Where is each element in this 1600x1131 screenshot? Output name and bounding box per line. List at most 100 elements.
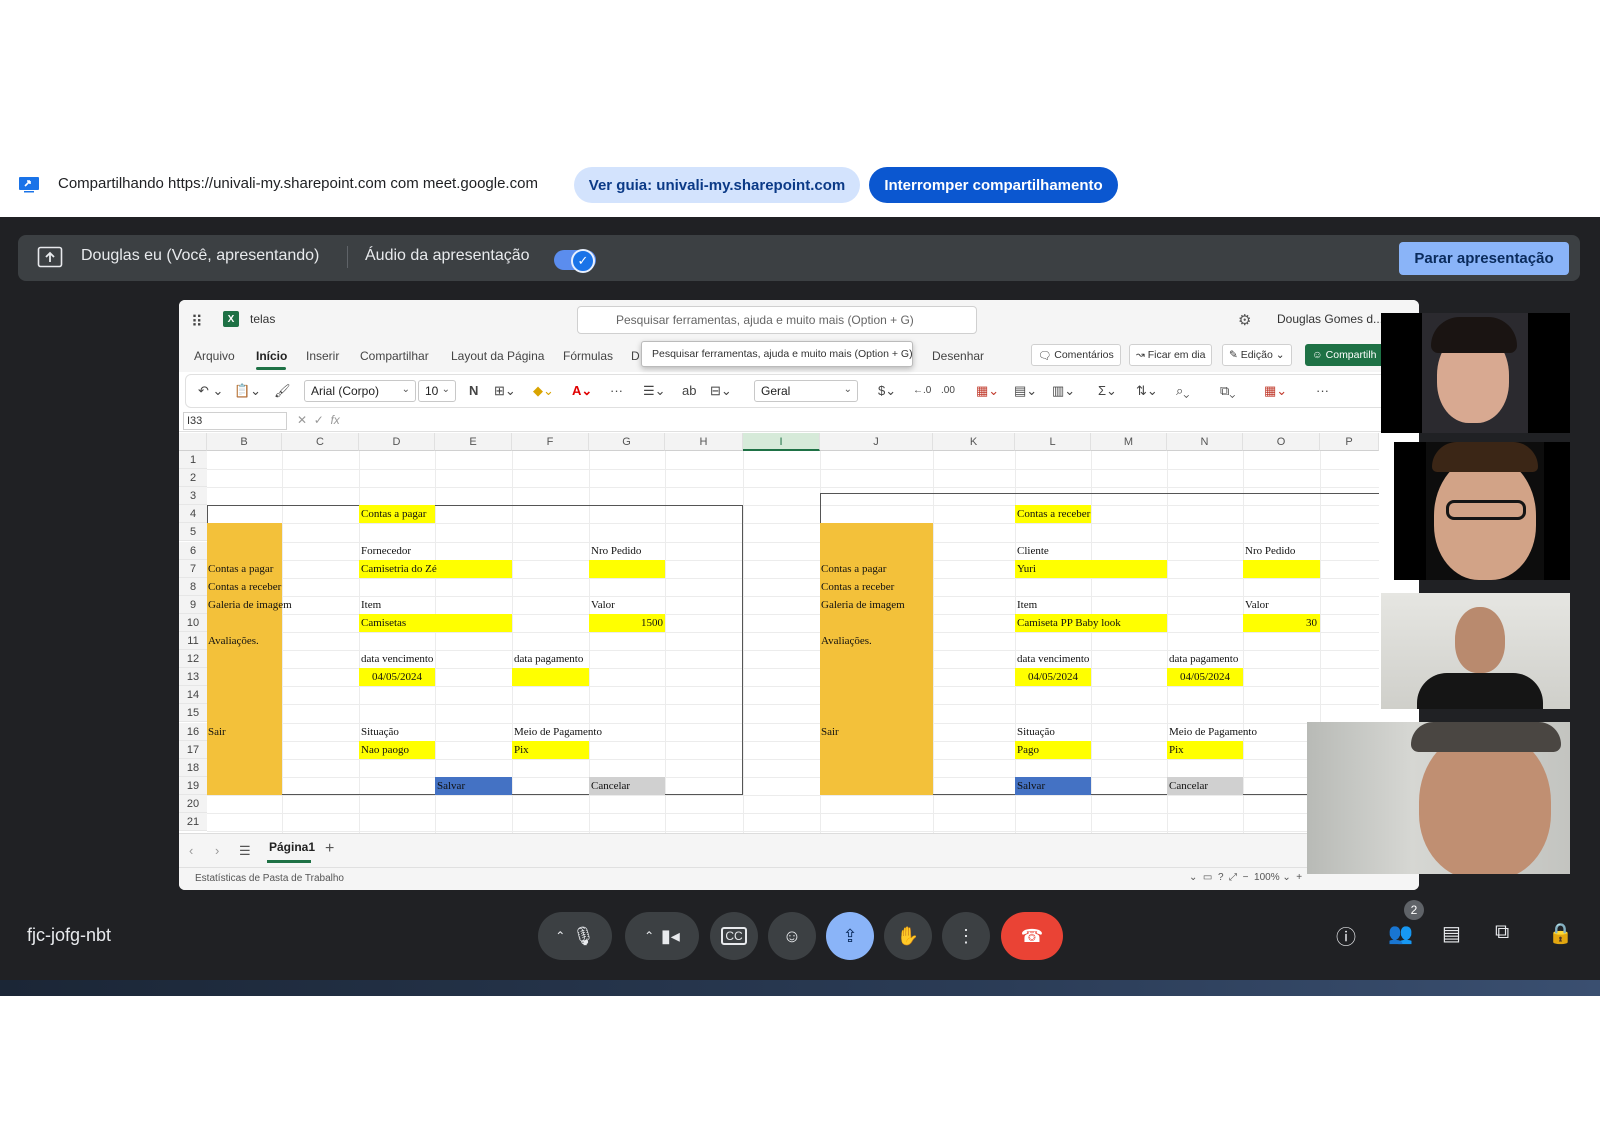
column-header-j[interactable]: J — [820, 433, 933, 451]
font-size-select[interactable]: 10 ⌄ — [418, 380, 456, 402]
editing-mode-button[interactable]: ✎ Edição ⌄ — [1222, 344, 1292, 366]
worksheet-grid[interactable]: B C D E F G H I J K L M N O P 1 2 3 4 5 6 7 8 9 10 11 12 13 14 15 16 17… — [179, 433, 1379, 833]
conditional-format-icon[interactable]: ▦⌄ — [976, 383, 999, 399]
more-options-button[interactable]: ⋮ — [942, 912, 990, 960]
meio-value[interactable]: Pix — [514, 743, 529, 757]
row-header-13[interactable]: 13 — [179, 668, 207, 687]
cliente-value[interactable]: Yuri — [1017, 562, 1036, 576]
column-header-c[interactable]: C — [282, 433, 359, 451]
vencimento-value[interactable]: 04/05/2024 — [1017, 670, 1089, 684]
right-menu-item[interactable]: Sair — [821, 725, 839, 739]
captions-button[interactable]: CC — [710, 912, 758, 960]
column-header-d[interactable]: D — [359, 433, 435, 451]
row-header-21[interactable]: 21 — [179, 813, 207, 831]
select-all-corner[interactable] — [179, 433, 207, 451]
row-header-3[interactable]: 3 — [179, 487, 207, 506]
cancel-button[interactable]: Cancelar — [591, 779, 630, 793]
menu-formulas[interactable]: Fórmulas — [563, 349, 613, 363]
people-icon[interactable]: 👥 — [1388, 921, 1413, 946]
menu-inserir[interactable]: Inserir — [306, 349, 339, 363]
fill-color-icon[interactable]: ◆⌄ — [533, 383, 554, 399]
format-painter-icon[interactable]: 🖌 — [274, 383, 291, 399]
column-header-l[interactable]: L — [1015, 433, 1091, 451]
comments-button[interactable]: 🗨 Comentários — [1031, 344, 1121, 366]
participant-tile-3[interactable] — [1381, 593, 1570, 709]
cell-styles-icon[interactable]: ▥⌄ — [1052, 383, 1075, 399]
wrap-text-icon[interactable]: ab — [682, 383, 696, 398]
right-menu-item[interactable]: Avaliações. — [821, 634, 872, 648]
situacao-value[interactable]: Nao paogo — [361, 743, 409, 757]
view-tab-button[interactable]: Ver guia: univali-my.sharepoint.com — [574, 167, 860, 203]
bold-button[interactable]: N — [469, 383, 478, 398]
row-header-4[interactable]: 4 — [179, 505, 207, 524]
menu-dados[interactable]: D — [631, 349, 640, 363]
row-header-15[interactable]: 15 — [179, 704, 207, 723]
prev-sheet-icon[interactable]: ‹ — [189, 843, 193, 858]
row-header-16[interactable]: 16 — [179, 722, 207, 741]
raise-hand-button[interactable]: ✋ — [884, 912, 932, 960]
right-menu-item[interactable]: Galeria de imagem — [821, 598, 905, 612]
font-family-select[interactable]: Arial (Corpo) ⌄ — [304, 380, 416, 402]
valor-value[interactable]: 30 — [1245, 616, 1317, 630]
valor-value[interactable]: 1500 — [591, 616, 663, 630]
increase-decimal-icon[interactable]: ←.0 — [913, 385, 931, 396]
column-header-n[interactable]: N — [1167, 433, 1243, 451]
host-controls-icon[interactable]: 🔒 — [1548, 921, 1573, 946]
menu-inicio[interactable]: Início — [256, 349, 287, 363]
row-header-12[interactable]: 12 — [179, 650, 207, 669]
info-icon[interactable]: ⓘ — [1336, 921, 1356, 950]
column-header-b[interactable]: B — [207, 433, 282, 451]
gear-icon[interactable]: ⚙ — [1238, 311, 1251, 329]
column-header-e[interactable]: E — [435, 433, 512, 451]
excel-search-input[interactable]: Pesquisar ferramentas, ajuda e muito mai… — [577, 306, 977, 334]
column-header-g[interactable]: G — [589, 433, 665, 451]
fornecedor-value[interactable]: Camisetria do Zé — [361, 562, 437, 576]
menu-layout[interactable]: Layout da Página — [451, 349, 544, 363]
undo-icon[interactable]: ↶ ⌄ — [198, 383, 223, 399]
menu-desenhar[interactable]: Desenhar — [932, 349, 984, 363]
find-icon[interactable]: ⌕⌄ — [1176, 383, 1189, 399]
row-header-20[interactable]: 20 — [179, 794, 207, 813]
zoom-level[interactable]: 100% — [1254, 872, 1280, 883]
add-sheet-icon[interactable]: + — [325, 840, 334, 858]
sort-filter-icon[interactable]: ⇅⌄ — [1136, 383, 1158, 399]
row-header-10[interactable]: 10 — [179, 613, 207, 632]
all-sheets-icon[interactable]: ☰ — [239, 843, 251, 859]
row-header-19[interactable]: 19 — [179, 776, 207, 795]
borders-icon[interactable]: ⊞⌄ — [494, 383, 516, 399]
app-launcher-icon[interactable]: ⠿ — [191, 312, 203, 332]
right-menu-item[interactable]: Contas a pagar — [821, 562, 886, 576]
merge-icon[interactable]: ⊟⌄ — [710, 383, 732, 399]
activities-icon[interactable]: ⧉ — [1495, 921, 1509, 944]
paste-icon[interactable]: 📋⌄ — [234, 383, 261, 399]
participant-tile-2[interactable] — [1394, 442, 1570, 580]
decrease-decimal-icon[interactable]: .00 — [941, 385, 955, 396]
workbook-stats[interactable]: Estatísticas de Pasta de Trabalho — [195, 873, 344, 884]
row-header-17[interactable]: 17 — [179, 740, 207, 759]
menu-arquivo[interactable]: Arquivo — [194, 349, 235, 363]
catch-up-button[interactable]: ↝ Ficar em dia — [1129, 344, 1213, 366]
participant-tile-1[interactable] — [1381, 313, 1570, 433]
left-menu-item[interactable]: Sair — [208, 725, 226, 739]
stop-sharing-button[interactable]: Interromper compartilhamento — [869, 167, 1118, 203]
align-icon[interactable]: ☰⌄ — [643, 383, 666, 399]
row-header-18[interactable]: 18 — [179, 758, 207, 777]
column-header-f[interactable]: F — [512, 433, 589, 451]
row-header-14[interactable]: 14 — [179, 686, 207, 705]
chat-icon[interactable]: ▤ — [1442, 921, 1461, 946]
autosum-icon[interactable]: Σ⌄ — [1098, 383, 1117, 399]
row-header-6[interactable]: 6 — [179, 541, 207, 560]
font-color-icon[interactable]: A⌄ — [572, 383, 592, 399]
row-header-11[interactable]: 11 — [179, 632, 207, 650]
left-menu-item[interactable]: Galeria de imagem — [208, 598, 292, 612]
user-name[interactable]: Douglas Gomes d... — [1277, 312, 1383, 326]
menu-compartilhar[interactable]: Compartilhar — [360, 349, 429, 363]
camera-button[interactable]: ⌃ ▮◂ — [625, 912, 699, 960]
next-sheet-icon[interactable]: › — [215, 843, 219, 858]
vencimento-value[interactable]: 04/05/2024 — [361, 670, 433, 684]
item-value[interactable]: Camiseta PP Baby look — [1017, 616, 1121, 630]
currency-icon[interactable]: $⌄ — [878, 383, 896, 399]
more-options-icon[interactable]: ··· — [610, 383, 623, 398]
name-box[interactable]: I33 — [183, 412, 287, 430]
pagamento-value[interactable]: 04/05/2024 — [1169, 670, 1241, 684]
